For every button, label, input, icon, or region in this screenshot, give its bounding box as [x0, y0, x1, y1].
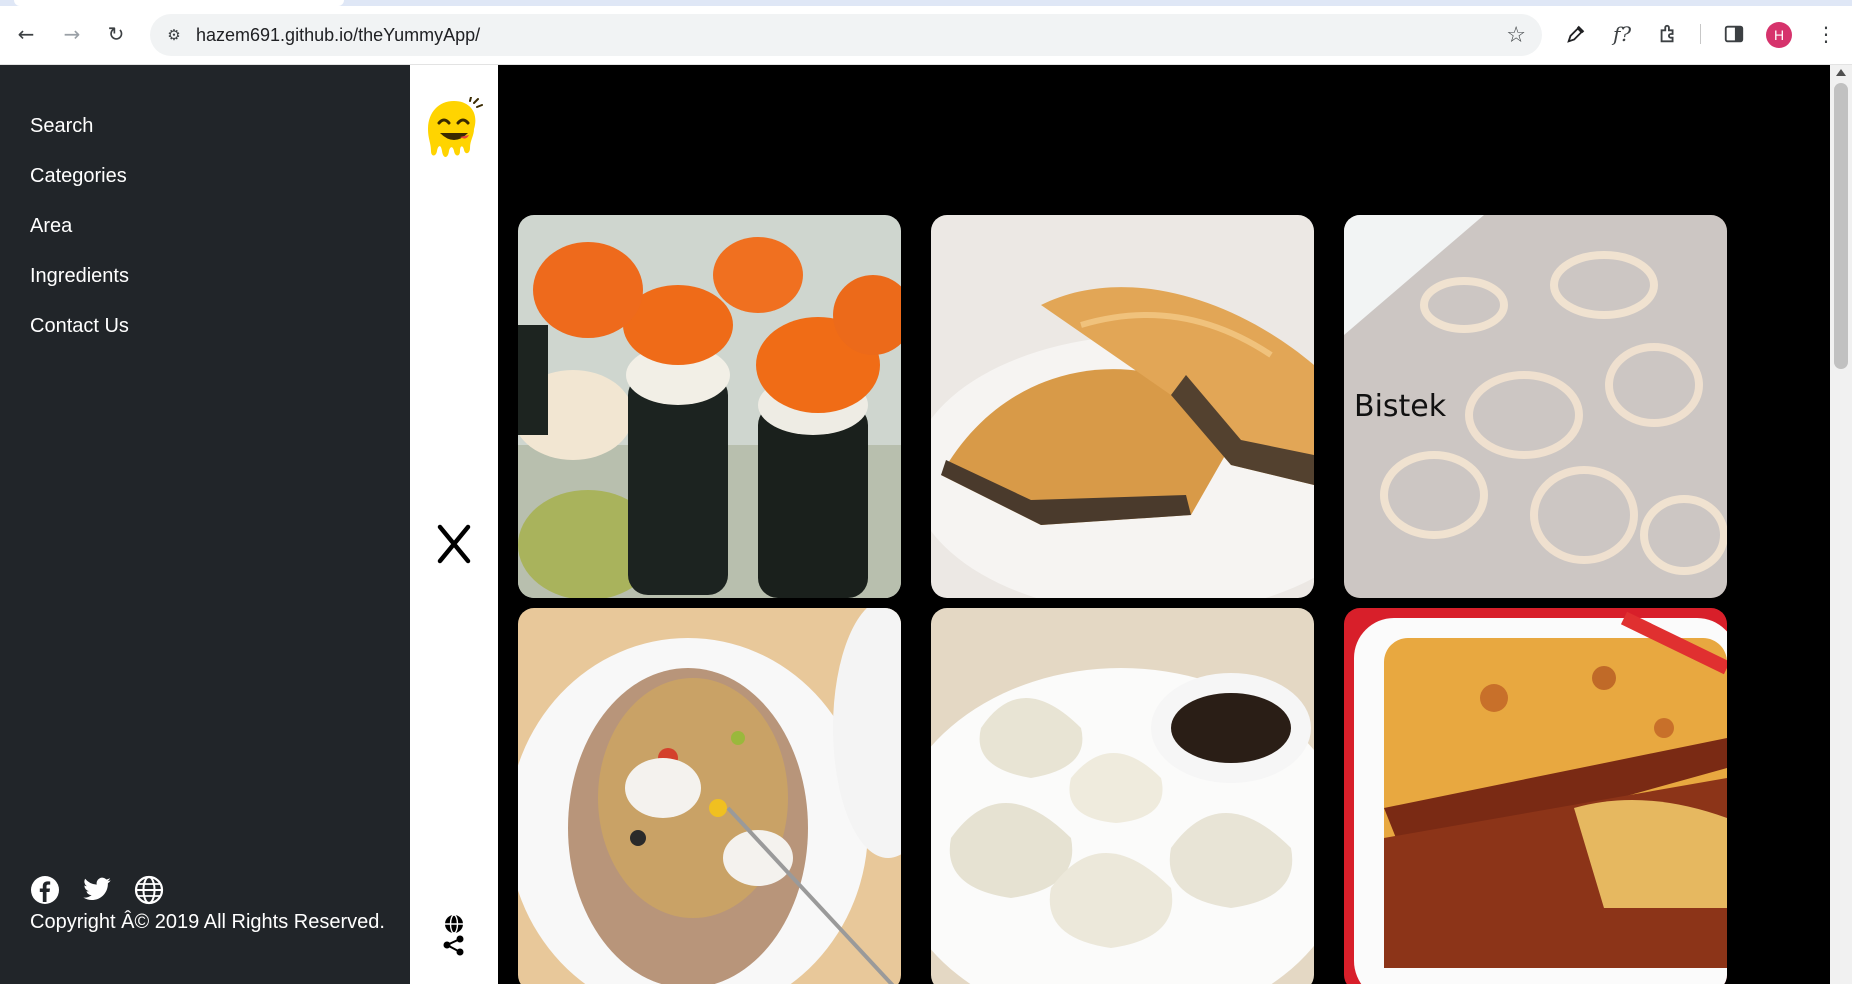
- meal-name: Bistek: [1354, 389, 1447, 424]
- meal-card[interactable]: [1344, 608, 1727, 984]
- scroll-up-arrow[interactable]: [1836, 69, 1846, 76]
- url-text[interactable]: hazem691.github.io/theYummyApp/: [196, 25, 480, 46]
- side-nav: Search Categories Area Ingredients Conta…: [0, 65, 410, 984]
- meal-image-lasagna: [1344, 608, 1727, 984]
- side-panel-icon[interactable]: [1720, 20, 1748, 48]
- globe-icon[interactable]: [134, 875, 164, 905]
- address-bar[interactable]: ⚙ hazem691.github.io/theYummyApp/ ☆: [150, 14, 1542, 56]
- tab-strip: [0, 0, 1852, 6]
- meal-card[interactable]: [518, 215, 901, 598]
- nav-toggle-bar: [410, 65, 498, 984]
- back-icon[interactable]: ←: [12, 20, 40, 48]
- meal-image-pie: [931, 215, 1314, 598]
- share-icon[interactable]: [440, 914, 468, 957]
- close-icon[interactable]: [434, 521, 474, 567]
- nav-item-categories[interactable]: Categories: [30, 151, 129, 201]
- reload-icon[interactable]: ↻: [102, 20, 130, 48]
- yummy-logo[interactable]: [424, 96, 484, 167]
- meal-card[interactable]: [931, 608, 1314, 984]
- nav-item-contact[interactable]: Contact Us: [30, 301, 129, 351]
- nav-item-ingredients[interactable]: Ingredients: [30, 251, 129, 301]
- browser-chrome: ← → ↻ ⚙ hazem691.github.io/theYummyApp/ …: [0, 0, 1852, 65]
- active-tab[interactable]: [14, 0, 344, 6]
- facebook-icon[interactable]: [30, 875, 60, 905]
- eyedropper-icon[interactable]: [1562, 20, 1590, 48]
- meal-card[interactable]: [518, 608, 901, 984]
- profile-avatar[interactable]: H: [1766, 22, 1792, 48]
- extensions-icon[interactable]: [1654, 20, 1682, 48]
- toolbar-separator: [1700, 24, 1701, 44]
- nav-item-search[interactable]: Search: [30, 101, 129, 151]
- meal-image-sushi: [518, 215, 901, 598]
- bookmark-star-icon[interactable]: ☆: [1506, 23, 1526, 48]
- meal-image-dumplings: [931, 608, 1314, 984]
- twitter-icon[interactable]: [82, 875, 112, 905]
- scrollbar-thumb[interactable]: [1834, 83, 1848, 369]
- font-finder-icon[interactable]: f?: [1608, 20, 1636, 48]
- nav-list: Search Categories Area Ingredients Conta…: [30, 101, 129, 351]
- page-scrollbar[interactable]: [1830, 65, 1852, 984]
- meal-image-potato: [518, 608, 901, 984]
- meal-overlay[interactable]: Bistek: [1344, 215, 1727, 598]
- forward-icon[interactable]: →: [58, 20, 86, 48]
- nav-item-area[interactable]: Area: [30, 201, 129, 251]
- copyright-text: Copyright Â© 2019 All Rights Reserved.: [30, 911, 385, 933]
- meal-card[interactable]: Bistek: [1344, 215, 1727, 598]
- page: Search Categories Area Ingredients Conta…: [0, 65, 1852, 984]
- menu-icon[interactable]: ⋮: [1812, 20, 1840, 48]
- site-info-icon[interactable]: ⚙: [164, 25, 184, 45]
- social-links: [30, 875, 164, 905]
- meal-card[interactable]: [931, 215, 1314, 598]
